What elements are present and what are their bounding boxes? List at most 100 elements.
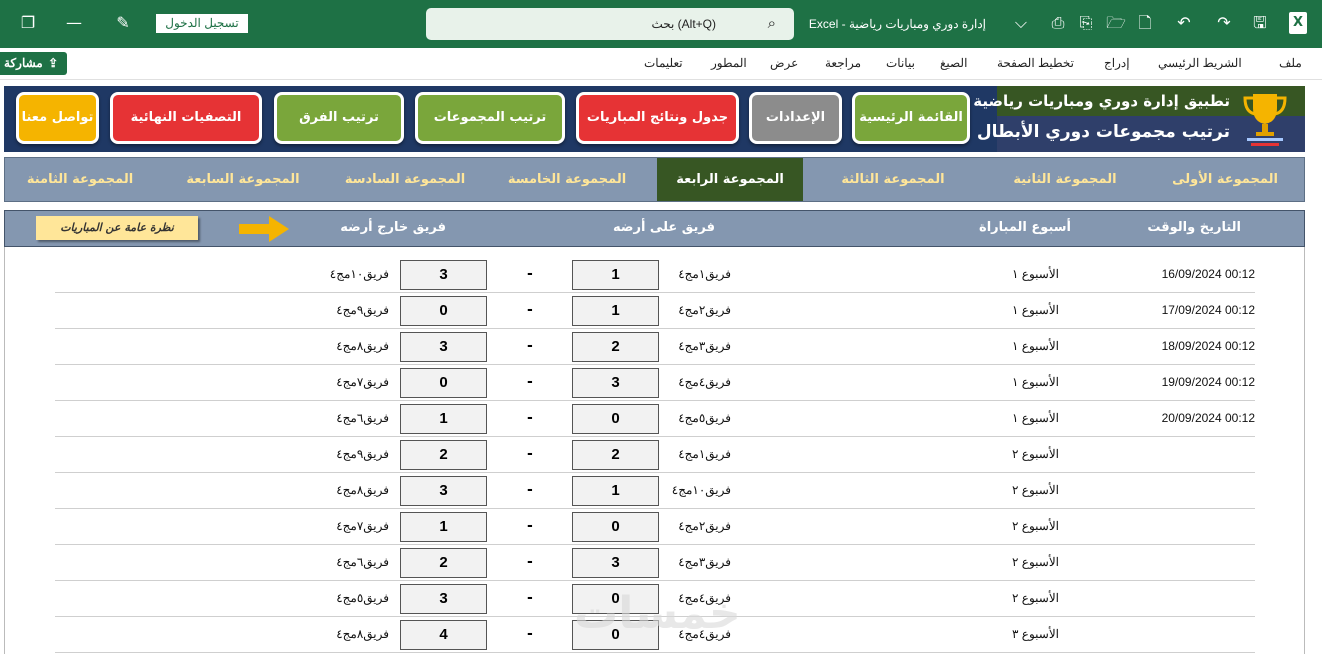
tab-group-7[interactable]: المجموعة السابعة [163, 158, 323, 201]
search-placeholder: بحث (Alt+Q) [651, 17, 716, 31]
home-score[interactable]: 1 [572, 296, 659, 326]
away-score[interactable]: 3 [400, 260, 487, 290]
col-away: فريق خارج أرضه [340, 220, 446, 235]
home-team: فريق١٠مج٤ [671, 483, 731, 497]
minimize-icon[interactable]: — [62, 12, 86, 34]
score-separator: - [527, 410, 533, 426]
away-team: فريق٩مج٤ [336, 303, 389, 317]
tab-data[interactable]: بيانات [886, 56, 915, 70]
finals-button[interactable]: التصفيات النهائية [110, 92, 262, 144]
home-team: فريق٢مج٤ [678, 519, 731, 533]
save-as-icon[interactable]: ⎘ [1074, 12, 1098, 34]
table-row: 19/09/2024 00:12 الأسبوع ١ فريق٤مج٤ 3 - 0 فريق… [55, 365, 1255, 401]
tab-review[interactable]: مراجعة [825, 56, 861, 70]
away-team: فريق٨مج٤ [336, 483, 389, 497]
score-separator: - [527, 338, 533, 354]
home-team: فريق١مج٤ [678, 267, 731, 281]
brand-panel: تطبيق إدارة دوري ومباريات رياضية ترتيب م… [973, 86, 1305, 152]
away-score[interactable]: 0 [400, 296, 487, 326]
login-button[interactable]: تسجيل الدخول [156, 14, 248, 33]
search-input[interactable]: بحث (Alt+Q) ⌕ [426, 8, 794, 40]
tab-home[interactable]: الشريط الرئيسي [1158, 56, 1242, 70]
match-week: الأسبوع ٢ [1012, 483, 1059, 497]
home-score[interactable]: 3 [572, 548, 659, 578]
table-row: 17/09/2024 00:12 الأسبوع ١ فريق٢مج٤ 1 - 0 فريق… [55, 293, 1255, 329]
tab-group-8[interactable]: المجموعة الثامنة [5, 158, 155, 201]
col-week: أسبوع المباراة [979, 220, 1071, 235]
match-datetime: 18/09/2024 00:12 [1161, 339, 1255, 353]
share-button[interactable]: مشاركة ⇪ [0, 52, 67, 75]
page-title: ترتيب مجموعات دوري الأبطال [976, 122, 1230, 142]
tab-group-2[interactable]: المجموعة الثانية [985, 158, 1145, 201]
open-folder-icon[interactable]: 🗁 [1104, 12, 1128, 34]
share-label: مشاركة [4, 56, 43, 70]
contact-button[interactable]: تواصل معنا [16, 92, 99, 144]
home-score[interactable]: 0 [572, 404, 659, 434]
away-score[interactable]: 4 [400, 620, 487, 650]
customize-toolbar-icon[interactable]: ⌵ [1009, 12, 1033, 34]
away-score[interactable]: 3 [400, 332, 487, 362]
pen-icon[interactable]: ✎ [111, 12, 135, 34]
home-score[interactable]: 2 [572, 332, 659, 362]
home-team: فريق١مج٤ [678, 447, 731, 461]
table-header: التاريخ والوقت أسبوع المباراة فريق على أ… [4, 210, 1305, 247]
away-score[interactable]: 1 [400, 404, 487, 434]
home-score[interactable]: 3 [572, 368, 659, 398]
save-icon[interactable]: 🖫 [1248, 12, 1272, 34]
table-row: الأسبوع ٢ فريق٣مج٤ 3 - 2 فريق٦مج٤ [55, 545, 1255, 581]
home-team: فريق٣مج٤ [678, 339, 731, 353]
tab-page-layout[interactable]: تخطيط الصفحة [997, 56, 1074, 70]
excel-logo-icon: X [1289, 12, 1307, 34]
home-score[interactable]: 1 [572, 260, 659, 290]
tab-group-5[interactable]: المجموعة الخامسة [487, 158, 647, 201]
home-score[interactable]: 1 [572, 476, 659, 506]
match-week: الأسبوع ١ [1012, 411, 1059, 425]
away-score[interactable]: 3 [400, 584, 487, 614]
away-score[interactable]: 2 [400, 548, 487, 578]
redo-icon[interactable]: ↷ [1212, 12, 1236, 34]
match-week: الأسبوع ١ [1012, 267, 1059, 281]
tab-group-4[interactable]: المجموعة الرابعة [657, 158, 803, 201]
tab-formulas[interactable]: الصيغ [940, 56, 967, 70]
score-separator: - [527, 374, 533, 390]
tab-group-3[interactable]: المجموعة الثالثة [813, 158, 973, 201]
away-score[interactable]: 2 [400, 440, 487, 470]
col-home: فريق على أرضه [613, 220, 715, 235]
file-name: إدارة دوري ومباريات رياضية [848, 17, 986, 31]
search-icon: ⌕ [767, 15, 776, 32]
main-menu-button[interactable]: القائمة الرئيسية [852, 92, 970, 144]
group-standings-button[interactable]: ترتيب المجموعات [415, 92, 565, 144]
tab-file[interactable]: ملف [1279, 56, 1302, 70]
tab-help[interactable]: تعليمات [644, 56, 683, 70]
arrow-right-icon [239, 216, 289, 242]
table-row: 20/09/2024 00:12 الأسبوع ١ فريق٥مج٤ 0 - 1 فريق… [55, 401, 1255, 437]
tab-view[interactable]: عرض [770, 56, 798, 70]
home-score[interactable]: 0 [572, 512, 659, 542]
watermark: خمسات [574, 588, 741, 639]
new-file-icon[interactable]: 🗋 [1133, 12, 1157, 34]
app-header: تطبيق إدارة دوري ومباريات رياضية ترتيب م… [4, 86, 1305, 152]
table-row: 16/09/2024 00:12 الأسبوع ١ فريق١مج٤ 1 - 3 فريق… [55, 257, 1255, 293]
match-datetime: 19/09/2024 00:12 [1161, 375, 1255, 389]
score-separator: - [527, 626, 533, 642]
app-name: Excel [808, 17, 839, 31]
match-datetime: 20/09/2024 00:12 [1161, 411, 1255, 425]
overview-button[interactable]: نظرة عامة عن المباريات [36, 216, 198, 240]
document-check-icon[interactable]: ⎙ [1046, 12, 1070, 34]
team-standings-button[interactable]: ترتيب الفرق [274, 92, 404, 144]
score-separator: - [527, 446, 533, 462]
undo-icon[interactable]: ↶ [1172, 12, 1196, 34]
away-score[interactable]: 0 [400, 368, 487, 398]
tab-insert[interactable]: إدراج [1104, 56, 1130, 70]
schedule-results-button[interactable]: جدول ونتائج المباريات [576, 92, 739, 144]
tab-developer[interactable]: المطور [711, 56, 747, 70]
home-score[interactable]: 2 [572, 440, 659, 470]
restore-window-icon[interactable]: ❐ [16, 12, 40, 34]
tab-group-1[interactable]: المجموعة الأولى [1145, 158, 1305, 201]
away-score[interactable]: 3 [400, 476, 487, 506]
settings-button[interactable]: الإعدادات [749, 92, 842, 144]
tab-group-6[interactable]: المجموعة السادسة [325, 158, 485, 201]
away-score[interactable]: 1 [400, 512, 487, 542]
away-team: فريق٧مج٤ [336, 375, 389, 389]
match-week: الأسبوع ٢ [1012, 519, 1059, 533]
